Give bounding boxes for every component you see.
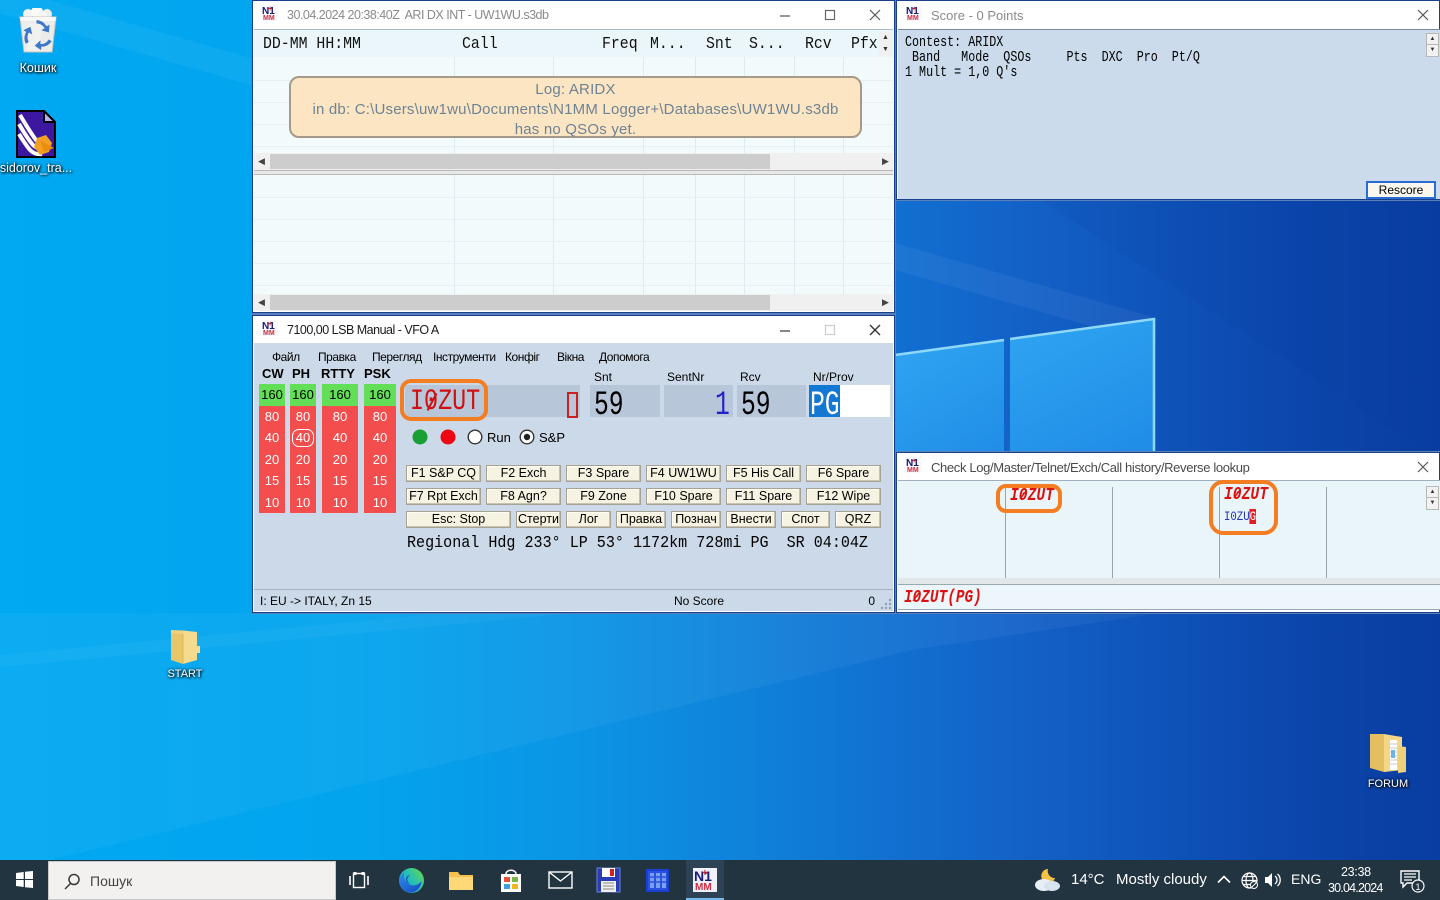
svg-text:1: 1 <box>1416 882 1421 892</box>
svg-text:MM: MM <box>695 882 712 892</box>
svg-text:+: + <box>268 321 272 328</box>
svg-text:+: + <box>268 6 272 13</box>
svg-text:MM: MM <box>907 15 919 21</box>
svg-text:+: + <box>912 458 916 465</box>
svg-text:+: + <box>912 6 916 13</box>
svg-text:MM: MM <box>263 330 275 336</box>
svg-text:MM: MM <box>907 467 919 473</box>
svg-text:+: + <box>702 868 708 879</box>
svg-text:MM: MM <box>263 15 275 21</box>
